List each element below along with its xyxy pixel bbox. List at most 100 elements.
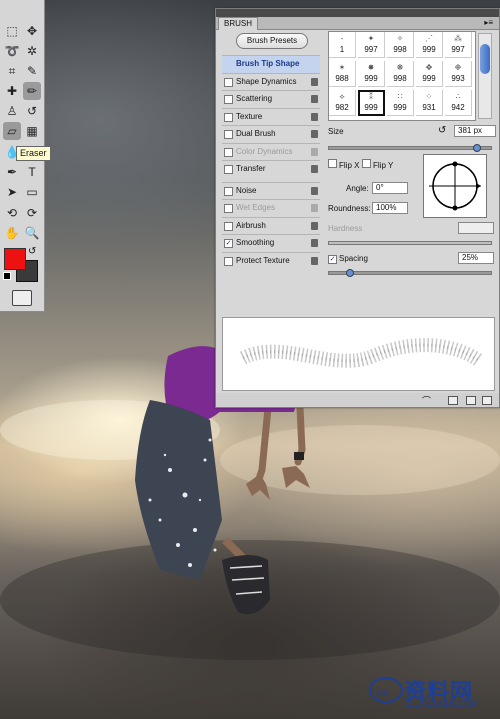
panel-grid-icon[interactable]: [448, 396, 458, 405]
3d-orbit-icon[interactable]: ⟳: [23, 204, 41, 222]
checkbox[interactable]: [224, 256, 233, 266]
brush-tip-size: 997: [451, 45, 465, 54]
angle-field[interactable]: 0°: [372, 182, 408, 194]
lock-icon[interactable]: [311, 95, 318, 103]
crop-icon[interactable]: ⌗: [3, 62, 21, 80]
lock-icon[interactable]: [311, 130, 318, 138]
pen-icon[interactable]: ✒: [3, 163, 21, 181]
lock-icon[interactable]: [311, 147, 318, 156]
history-brush-icon[interactable]: ↺: [23, 102, 41, 120]
brush-icon[interactable]: ✏: [23, 82, 41, 100]
lock-icon[interactable]: [311, 112, 318, 121]
shape-icon[interactable]: ▭: [23, 183, 41, 201]
healing-brush-icon[interactable]: ✚: [3, 82, 21, 100]
checkbox[interactable]: [224, 204, 233, 213]
checkbox[interactable]: [224, 112, 233, 122]
marquee-icon[interactable]: ⬚: [3, 22, 21, 40]
lock-icon[interactable]: [311, 239, 318, 247]
reset-size-icon[interactable]: ↺: [438, 125, 446, 136]
brush-tip-cell[interactable]: ⟡ 982: [329, 90, 356, 116]
brush-tip-cell[interactable]: -1: [329, 32, 356, 58]
brush-presets-button[interactable]: Brush Presets: [236, 33, 308, 49]
checkbox[interactable]: [224, 147, 233, 157]
swap-colors-icon[interactable]: ↺: [28, 246, 36, 257]
magic-wand-icon[interactable]: ✲: [23, 42, 41, 60]
brush-tip-cell[interactable]: ❋ 998: [387, 61, 414, 87]
brush-tip-mark: ✸: [367, 63, 375, 72]
brush-tip-cell[interactable]: ⁑ 999: [358, 90, 385, 116]
brush-tip-cell[interactable]: ⁂ 997: [445, 32, 472, 58]
flip-x-checkbox[interactable]: Flip X: [328, 159, 359, 170]
eraser-icon[interactable]: ▱: [3, 122, 21, 140]
brush-grid-scrollbar[interactable]: [478, 33, 492, 119]
checkbox[interactable]: [224, 165, 233, 174]
size-slider-knob[interactable]: [472, 144, 481, 152]
move-icon[interactable]: ✥: [23, 22, 41, 40]
quick-mask-icon[interactable]: [12, 290, 32, 306]
foreground-color-swatch[interactable]: [4, 248, 26, 270]
brush-angle-preview[interactable]: [423, 154, 487, 218]
lock-icon[interactable]: [311, 204, 318, 212]
brush-tip-cell[interactable]: ✧ 998: [387, 32, 414, 58]
default-colors-icon[interactable]: [3, 272, 11, 280]
brush-tip-cell[interactable]: ✸ 999: [358, 61, 385, 87]
checkbox[interactable]: [224, 130, 233, 139]
option-airbrush[interactable]: Airbrush: [222, 216, 320, 235]
size-field[interactable]: 381 px: [454, 125, 496, 137]
checkbox[interactable]: [224, 186, 233, 196]
toggle-live-tip-icon[interactable]: ⌒: [422, 394, 431, 407]
checkbox[interactable]: [224, 221, 233, 231]
brush-tip-cell[interactable]: ∷ 999: [387, 90, 414, 116]
option-texture[interactable]: Texture: [222, 107, 320, 126]
option-protect-texture[interactable]: Protect Texture: [222, 251, 320, 270]
lock-icon[interactable]: [311, 77, 318, 86]
option-transfer[interactable]: Transfer: [222, 160, 320, 178]
lock-icon[interactable]: [311, 165, 318, 173]
type-icon[interactable]: T: [23, 163, 41, 181]
trash-icon[interactable]: [482, 396, 492, 405]
option-color-dynamics[interactable]: Color Dynamics: [222, 142, 320, 161]
tab-brush[interactable]: BRUSH: [218, 17, 259, 30]
option-wet-edges[interactable]: Wet Edges: [222, 199, 320, 217]
brush-tip-cell[interactable]: ✥ 999: [416, 61, 443, 87]
size-slider[interactable]: [328, 144, 492, 152]
brush-tip-cell[interactable]: ⋰ 999: [416, 32, 443, 58]
option-scattering[interactable]: Scattering: [222, 90, 320, 108]
zoom-icon[interactable]: 🔍: [23, 224, 41, 242]
scrollbar-thumb[interactable]: [480, 44, 490, 74]
panel-top-bar[interactable]: [216, 9, 499, 17]
eyedropper-icon[interactable]: ✎: [23, 62, 41, 80]
brush-tip-cell[interactable]: ✦ 997: [358, 32, 385, 58]
option-noise[interactable]: Noise: [222, 181, 320, 200]
checkbox[interactable]: [224, 95, 233, 104]
hand-icon[interactable]: ✋: [3, 224, 21, 242]
checkbox[interactable]: ✓: [224, 239, 233, 248]
lock-icon[interactable]: [311, 186, 318, 195]
lock-icon[interactable]: [311, 221, 318, 230]
lasso-icon[interactable]: ➰: [3, 42, 21, 60]
spacing-slider-knob[interactable]: [346, 269, 355, 277]
path-selection-icon[interactable]: ➤: [3, 183, 21, 201]
hardness-slider[interactable]: [328, 241, 492, 245]
hardness-field[interactable]: [458, 222, 494, 234]
brush-tip-cell[interactable]: ✶ 988: [329, 61, 356, 87]
option-smoothing[interactable]: ✓ Smoothing: [222, 234, 320, 252]
spacing-field[interactable]: 25%: [458, 252, 494, 264]
spacing-slider[interactable]: [328, 269, 492, 277]
option-shape-dynamics[interactable]: Shape Dynamics: [222, 72, 320, 91]
roundness-field[interactable]: 100%: [372, 202, 408, 214]
brush-tip-cell[interactable]: ∴ 942: [445, 90, 472, 116]
option-brush-tip-shape[interactable]: Brush Tip Shape: [222, 55, 320, 73]
brush-tip-cell[interactable]: ❉ 993: [445, 61, 472, 87]
option-dual-brush[interactable]: Dual Brush: [222, 125, 320, 143]
new-preset-icon[interactable]: [466, 396, 476, 405]
gradient-icon[interactable]: ▦: [23, 122, 41, 140]
panel-menu-icon[interactable]: ▸≡: [484, 18, 493, 27]
3d-rotate-icon[interactable]: ⟲: [3, 204, 21, 222]
spacing-checkbox[interactable]: ✓ Spacing: [328, 254, 368, 264]
clone-stamp-icon[interactable]: ♙: [3, 102, 21, 120]
lock-icon[interactable]: [311, 256, 318, 265]
flip-y-checkbox[interactable]: Flip Y: [362, 159, 393, 170]
brush-tip-cell[interactable]: ⁘ 931: [416, 90, 443, 116]
checkbox[interactable]: [224, 77, 233, 87]
